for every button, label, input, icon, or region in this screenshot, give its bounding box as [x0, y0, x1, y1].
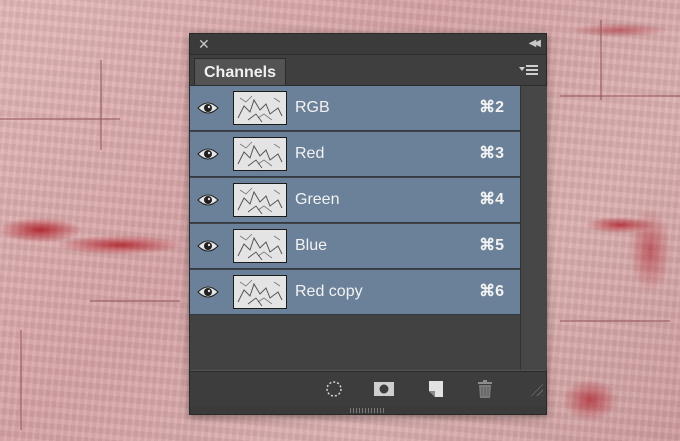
scrollbar[interactable]: [520, 86, 547, 370]
wall-crack: [90, 300, 180, 302]
channel-list: RGB ⌘2 Red ⌘3 Green ⌘4 Blue ⌘5 Red copy …: [190, 86, 520, 370]
channel-thumbnail: [233, 91, 287, 125]
eye-icon[interactable]: [190, 178, 226, 222]
wall-crack: [20, 330, 22, 430]
wall-crack: [0, 118, 120, 120]
channel-shortcut: ⌘3: [479, 145, 504, 162]
channel-shortcut: ⌘6: [479, 283, 504, 300]
panel-title-bar[interactable]: ✕ ◀◀: [190, 34, 546, 55]
channel-shortcut: ⌘4: [479, 191, 504, 208]
resize-handle[interactable]: [529, 382, 543, 396]
channel-thumbnail: [233, 229, 287, 263]
wall-crack: [560, 95, 680, 97]
channel-name: Green: [295, 191, 340, 208]
channels-panel: ✕ ◀◀ Channels RGB ⌘2 Red ⌘3 Green ⌘4 Blu…: [189, 33, 547, 415]
channel-thumbnail: [233, 275, 287, 309]
new-channel-icon[interactable]: [425, 379, 447, 399]
wall-crack: [560, 320, 670, 322]
panel-menu-icon[interactable]: [519, 64, 539, 76]
panel-grip[interactable]: [190, 406, 546, 414]
channel-shortcut: ⌘5: [479, 237, 504, 254]
channel-row-red[interactable]: Red ⌘3: [190, 132, 520, 177]
save-selection-as-channel-icon[interactable]: [373, 379, 395, 399]
eye-icon[interactable]: [190, 270, 226, 314]
channel-thumbnail: [233, 137, 287, 171]
channel-row-blue[interactable]: Blue ⌘5: [190, 224, 520, 269]
load-channel-as-selection-icon[interactable]: [323, 379, 345, 399]
eye-icon[interactable]: [190, 132, 226, 176]
channel-name: Blue: [295, 237, 328, 254]
channel-thumbnail: [233, 183, 287, 217]
channel-row-green[interactable]: Green ⌘4: [190, 178, 520, 223]
trash-icon[interactable]: [474, 379, 496, 399]
channel-name: Red: [295, 145, 325, 162]
eye-icon[interactable]: [190, 224, 226, 268]
channel-row-rgb[interactable]: RGB ⌘2: [190, 86, 520, 131]
wall-crack: [600, 20, 602, 100]
close-icon[interactable]: ✕: [198, 37, 210, 51]
channel-shortcut: ⌘2: [479, 99, 504, 116]
eye-icon[interactable]: [190, 86, 226, 130]
panel-footer: [190, 371, 546, 406]
channel-name: Red copy: [295, 283, 363, 300]
channel-name: RGB: [295, 99, 330, 116]
panel-tab-bar: Channels: [190, 55, 546, 86]
wall-crack: [100, 60, 102, 150]
channel-row-red-copy[interactable]: Red copy ⌘6: [190, 270, 520, 315]
collapse-icon[interactable]: ◀◀: [529, 38, 542, 50]
tab-channels[interactable]: Channels: [194, 58, 287, 85]
